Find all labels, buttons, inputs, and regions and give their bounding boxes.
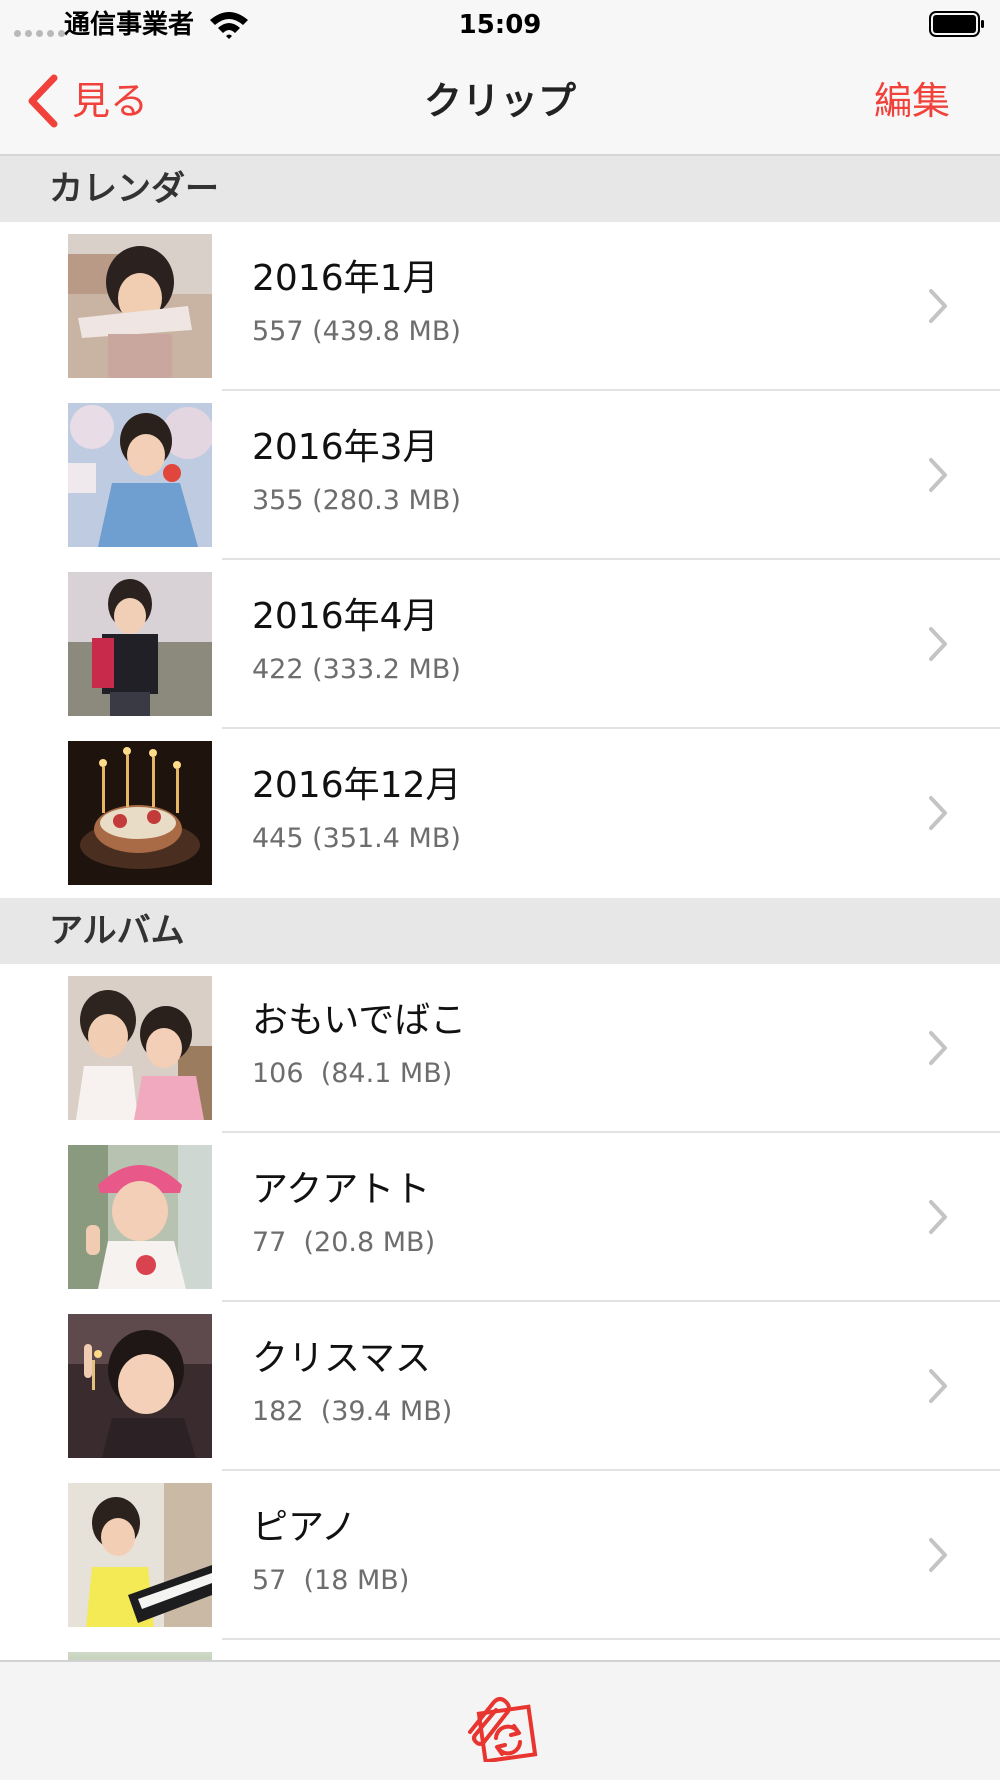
calendar-section: 2016年1月 557 (439.8 MB) 2016年3月 355 (280.…	[0, 222, 1000, 898]
chevron-right-icon	[929, 1369, 947, 1403]
row-title: 2016年1月	[252, 258, 439, 299]
section-header-calendar: カレンダー	[0, 156, 1000, 222]
chevron-right-icon	[929, 1031, 947, 1065]
chevron-right-icon	[929, 458, 947, 492]
status-time: 15:09	[458, 10, 542, 40]
chevron-right-icon	[929, 289, 947, 323]
list-item[interactable]: クリスマス 182 (39.4 MB)	[0, 1302, 1000, 1471]
chevron-right-icon	[929, 1200, 947, 1234]
thumbnail-image	[68, 1314, 212, 1458]
thumbnail-image	[68, 1145, 212, 1289]
navigation-bar: 見る クリップ 編集	[0, 50, 1000, 156]
thumbnail-image	[68, 234, 212, 378]
chevron-right-icon	[929, 627, 947, 661]
list-item[interactable]: おもいでばこ 106 (84.1 MB)	[0, 964, 1000, 1133]
row-subtitle: 355 (280.3 MB)	[252, 485, 461, 516]
list-item-partial[interactable]	[0, 1640, 1000, 1660]
row-subtitle: 57 (18 MB)	[252, 1565, 410, 1596]
thumbnail-image	[68, 1483, 212, 1627]
row-title: ピアノ	[252, 1507, 357, 1548]
row-title: 2016年12月	[252, 765, 462, 806]
album-section: おもいでばこ 106 (84.1 MB) アクアトト 77 (20.8 MB) …	[0, 964, 1000, 1660]
list-item[interactable]: 2016年1月 557 (439.8 MB)	[0, 222, 1000, 391]
list-item[interactable]: 2016年3月 355 (280.3 MB)	[0, 391, 1000, 560]
edit-button[interactable]: 編集	[874, 74, 950, 128]
row-subtitle: 106 (84.1 MB)	[252, 1058, 453, 1089]
tab-bar	[0, 1660, 1000, 1780]
row-title: アクアトト	[252, 1169, 431, 1210]
status-bar: 通信事業者 15:09	[0, 0, 1000, 50]
back-button-label: 見る	[72, 79, 149, 123]
row-subtitle: 182 (39.4 MB)	[252, 1396, 453, 1427]
page-title: クリップ	[423, 79, 576, 123]
row-title: 2016年4月	[252, 596, 439, 637]
thumbnail-image	[68, 976, 212, 1120]
back-button[interactable]: 見る	[26, 72, 148, 130]
chevron-right-icon	[929, 796, 947, 830]
clip-sync-icon[interactable]	[460, 1692, 538, 1762]
thumbnail-image	[68, 403, 212, 547]
row-subtitle: 445 (351.4 MB)	[252, 823, 461, 854]
row-subtitle: 422 (333.2 MB)	[252, 654, 461, 685]
battery-icon	[929, 11, 984, 37]
row-subtitle: 77 (20.8 MB)	[252, 1227, 436, 1258]
row-title: クリスマス	[252, 1338, 431, 1379]
clip-list[interactable]: カレンダー 2016年1月 557 (439.8 MB) 2016年3月 355…	[0, 156, 1000, 1660]
row-title: おもいでばこ	[252, 1000, 467, 1041]
list-item[interactable]: 2016年4月 422 (333.2 MB)	[0, 560, 1000, 729]
chevron-right-icon	[929, 1538, 947, 1572]
row-subtitle: 557 (439.8 MB)	[252, 316, 461, 347]
chevron-left-icon	[28, 74, 58, 128]
list-item[interactable]: ピアノ 57 (18 MB)	[0, 1471, 1000, 1640]
thumbnail-image	[68, 741, 212, 885]
list-item[interactable]: アクアトト 77 (20.8 MB)	[0, 1133, 1000, 1302]
thumbnail-image	[68, 572, 212, 716]
section-header-album: アルバム	[0, 898, 1000, 964]
thumbnail-image	[68, 1652, 212, 1660]
row-title: 2016年3月	[252, 427, 439, 468]
list-item[interactable]: 2016年12月 445 (351.4 MB)	[0, 729, 1000, 898]
